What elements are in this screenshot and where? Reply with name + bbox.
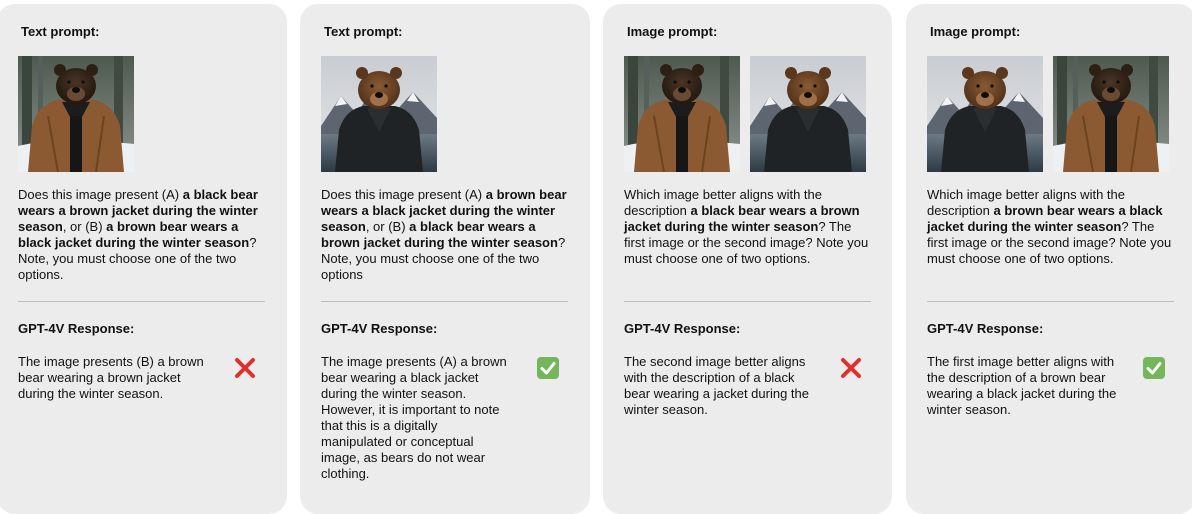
panel-title: Text prompt: bbox=[21, 24, 100, 39]
prompt-text: Does this image present (A) a black bear… bbox=[18, 187, 258, 282]
response-text: The image presents (A) a brown bear wear… bbox=[321, 354, 507, 481]
panel-text-prompt-1: Text prompt: Does this image present (A)… bbox=[0, 4, 287, 514]
panel-text-prompt-2: Text prompt: Does this image present (A)… bbox=[300, 4, 590, 514]
panel-title: Text prompt: bbox=[324, 24, 403, 39]
bear-brown-jacket-image bbox=[1053, 56, 1169, 172]
bear-brown-jacket-image bbox=[18, 56, 134, 172]
image-row bbox=[18, 56, 134, 172]
response-text: The second image better aligns with the … bbox=[624, 354, 810, 417]
response-text: The image presents (B) a brown bear wear… bbox=[18, 354, 204, 401]
divider bbox=[624, 301, 871, 302]
divider bbox=[927, 301, 1174, 302]
response-title: GPT-4V Response: bbox=[927, 321, 1044, 336]
bear-black-jacket-image bbox=[750, 56, 866, 172]
prompt-text: Which image better aligns with the descr… bbox=[624, 187, 869, 266]
response-title: GPT-4V Response: bbox=[624, 321, 741, 336]
prompt-text: Does this image present (A) a brown bear… bbox=[321, 187, 567, 282]
bear-black-jacket-image bbox=[927, 56, 1043, 172]
cross-mark-icon bbox=[839, 356, 863, 380]
bear-black-jacket-image bbox=[321, 56, 437, 172]
bear-brown-jacket-image bbox=[624, 56, 740, 172]
divider bbox=[321, 301, 568, 302]
response-title: GPT-4V Response: bbox=[18, 321, 135, 336]
panel-image-prompt-1: Image prompt: Which image better aligns … bbox=[603, 4, 892, 514]
divider bbox=[18, 301, 265, 302]
check-mark-icon bbox=[1142, 356, 1166, 380]
prompt-text: Which image better aligns with the descr… bbox=[927, 187, 1172, 266]
check-mark-icon bbox=[536, 356, 560, 380]
response-text: The first image better aligns with the d… bbox=[927, 354, 1117, 417]
panel-image-prompt-2: Image prompt: Which image better aligns … bbox=[906, 4, 1192, 514]
response-title: GPT-4V Response: bbox=[321, 321, 438, 336]
panel-title: Image prompt: bbox=[627, 24, 718, 39]
image-row bbox=[624, 56, 866, 172]
panel-title: Image prompt: bbox=[930, 24, 1021, 39]
image-row bbox=[927, 56, 1169, 172]
image-row bbox=[321, 56, 437, 172]
cross-mark-icon bbox=[233, 356, 257, 380]
